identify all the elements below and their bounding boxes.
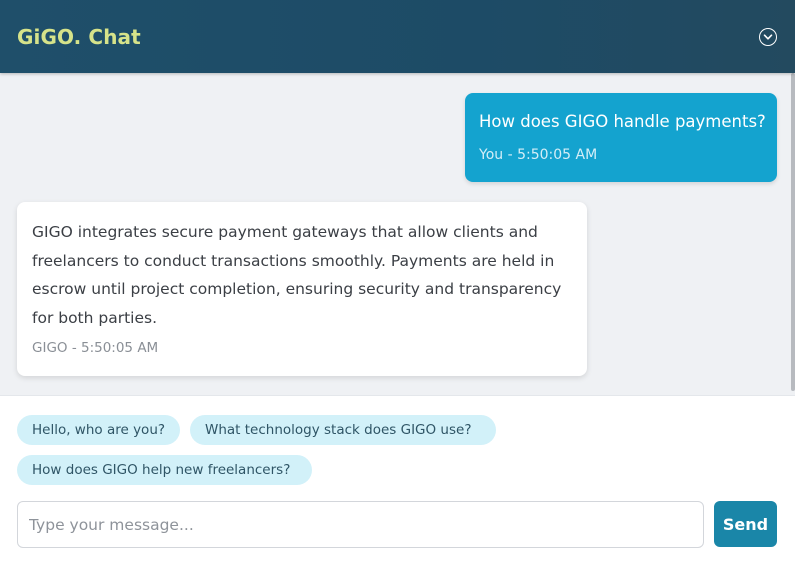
scrollbar-thumb[interactable] (791, 73, 795, 391)
composer-area: Hello, who are you? What technology stac… (0, 395, 795, 564)
suggestion-chip[interactable]: How does GIGO help new freelancers? (17, 455, 312, 485)
chat-title: GiGO. Chat (17, 24, 141, 49)
chat-header: GiGO. Chat (0, 0, 795, 73)
scrollbar[interactable] (791, 73, 795, 395)
chevron-down-circle-icon[interactable] (759, 27, 777, 46)
user-message: How does GIGO handle payments? You - 5:5… (465, 93, 777, 182)
suggestion-chip[interactable]: What technology stack does GIGO use? (190, 415, 496, 445)
send-button[interactable]: Send (714, 501, 777, 547)
suggestion-chip[interactable]: Hello, who are you? (17, 415, 180, 445)
chat-widget: GiGO. Chat How does GIGO handle payments… (0, 0, 795, 564)
bot-message: GIGO integrates secure payment gateways … (17, 202, 587, 376)
message-input[interactable] (17, 501, 704, 548)
user-message-text: How does GIGO handle payments? (479, 112, 766, 131)
bot-message-text: GIGO integrates secure payment gateways … (32, 223, 562, 327)
user-message-meta: You - 5:50:05 AM (479, 147, 598, 163)
message-list[interactable]: How does GIGO handle payments? You - 5:5… (0, 73, 795, 395)
bot-message-meta: GIGO - 5:50:05 AM (32, 340, 159, 356)
